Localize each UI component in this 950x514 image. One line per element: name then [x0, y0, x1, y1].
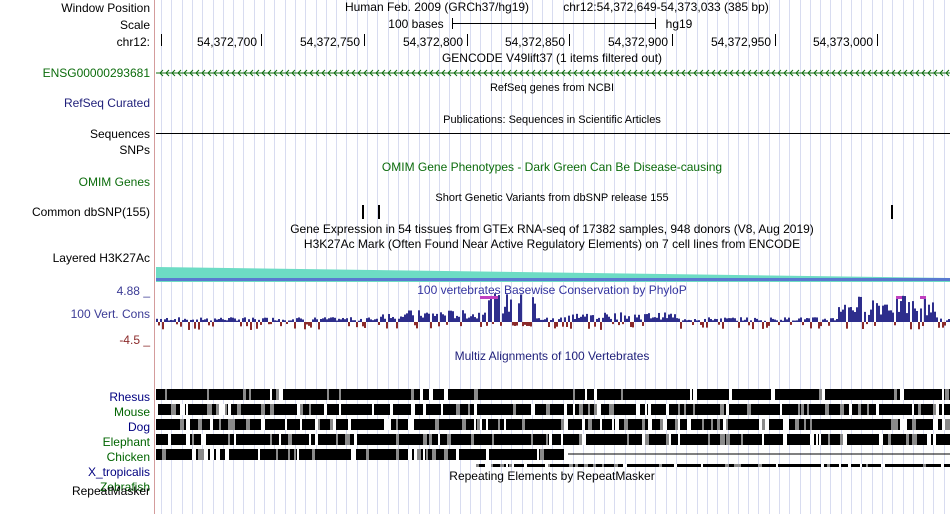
- scale-label: Scale: [119, 18, 150, 32]
- multiz-alignment-blocks[interactable]: [156, 362, 950, 467]
- scale-bar-left-cap: [452, 18, 453, 29]
- ruler-tick: [877, 34, 878, 46]
- ruler-tick-label: 54,372,850: [504, 35, 565, 49]
- sequences-track-line: [156, 133, 950, 134]
- snps-label[interactable]: SNPs: [119, 143, 150, 157]
- phylop-conservation-plot[interactable]: [156, 284, 950, 358]
- ruler-tick: [775, 34, 776, 46]
- vert-cons-label[interactable]: 100 Vert. Cons: [71, 307, 150, 321]
- position-title: chr12:54,372,649-54,373,033 (385 bp): [563, 0, 769, 14]
- ruler-start-tick: [161, 34, 162, 46]
- scale-db-text: hg19: [665, 17, 693, 31]
- h3k27ac-track-title: H3K27Ac Mark (Often Found Near Active Re…: [303, 237, 801, 251]
- track-image-area[interactable]: Human Feb. 2009 (GRCh37/hg19) chr12:54,3…: [156, 0, 950, 514]
- ruler-tick-label: 54,373,000: [812, 35, 873, 49]
- ruler-tick: [569, 34, 570, 46]
- scale-bar: [452, 23, 656, 24]
- scale-bar-right-cap: [655, 18, 656, 29]
- multiz-track-title: Multiz Alignments of 100 Vertebrates: [454, 349, 650, 363]
- gencode-track-title: GENCODE V49lift37 (1 items filtered out): [441, 51, 663, 65]
- snp-variant[interactable]: [891, 205, 893, 219]
- gtex-track-title: Gene Expression in 54 tissues from GTEx …: [290, 222, 814, 236]
- ruler-tick: [672, 34, 673, 46]
- cons-min-value: -4.5 _: [119, 333, 150, 347]
- ruler-tick: [467, 34, 468, 46]
- cons-max-value: 4.88 _: [116, 284, 150, 298]
- ruler-tick: [261, 34, 262, 46]
- omim-track-title: OMIM Gene Phenotypes - Dark Green Can Be…: [381, 160, 723, 174]
- scale-bases-text: 100 bases: [388, 17, 444, 31]
- repeatmasker-track-title: Repeating Elements by RepeatMasker: [449, 469, 655, 483]
- h3k27ac-signal[interactable]: [156, 262, 950, 282]
- snp-variant[interactable]: [378, 205, 380, 219]
- assembly-title: Human Feb. 2009 (GRCh37/hg19): [344, 0, 530, 14]
- species-label-rhesus[interactable]: Rhesus: [109, 390, 150, 404]
- track-label-column: Window Position Scale chr12: ENSG0000029…: [0, 0, 155, 514]
- layered-h3k27ac-label[interactable]: Layered H3K27Ac: [53, 251, 150, 265]
- window-position-label: Window Position: [61, 1, 150, 15]
- species-label-chicken[interactable]: Chicken: [107, 450, 150, 464]
- ruler-tick: [364, 34, 365, 46]
- ruler-tick-label: 54,372,950: [710, 35, 771, 49]
- species-label-elephant[interactable]: Elephant: [103, 435, 150, 449]
- refseq-track-title: RefSeq genes from NCBI: [489, 82, 615, 94]
- repeatmasker-label[interactable]: RepeatMasker: [72, 484, 150, 498]
- common-dbsnp-label[interactable]: Common dbSNP(155): [32, 205, 150, 219]
- ruler-tick-label: 54,372,800: [402, 35, 463, 49]
- dbsnp-track-title: Short Genetic Variants from dbSNP releas…: [435, 192, 669, 204]
- species-label-x_tropicalis[interactable]: X_tropicalis: [88, 465, 150, 479]
- gencode-gene-label[interactable]: ENSG00000293681: [43, 66, 150, 80]
- ruler-tick-label: 54,372,750: [299, 35, 360, 49]
- refseq-curated-label[interactable]: RefSeq Curated: [64, 96, 150, 110]
- genome-browser-image[interactable]: Window Position Scale chr12: ENSG0000029…: [0, 0, 950, 514]
- ruler-tick-label: 54,372,900: [607, 35, 668, 49]
- ruler-tick-label: 54,372,700: [196, 35, 257, 49]
- species-label-dog[interactable]: Dog: [128, 420, 150, 434]
- gencode-gene-feature[interactable]: [156, 68, 950, 78]
- sequences-label[interactable]: Sequences: [90, 127, 150, 141]
- species-label-mouse[interactable]: Mouse: [114, 405, 150, 419]
- snp-variant[interactable]: [362, 205, 364, 219]
- chromosome-label: chr12:: [116, 35, 150, 49]
- omim-genes-label[interactable]: OMIM Genes: [79, 175, 150, 189]
- publications-track-title: Publications: Sequences in Scientific Ar…: [443, 114, 661, 126]
